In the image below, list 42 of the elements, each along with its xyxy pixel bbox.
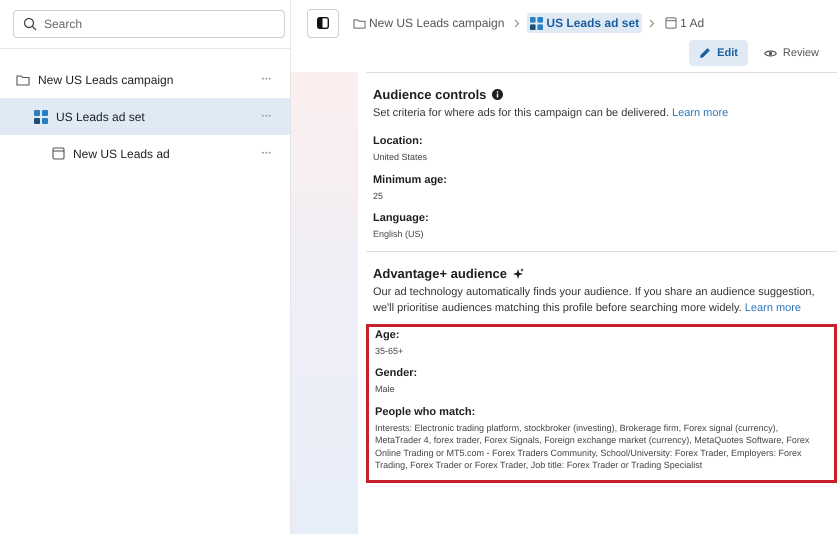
chevron-icon — [649, 18, 656, 28]
breadcrumb-link[interactable]: US Leads ad set — [527, 13, 642, 33]
field-label: Minimum age: — [373, 174, 448, 186]
eye-icon — [764, 48, 777, 58]
mode-tab[interactable]: Review — [754, 40, 829, 66]
breadcrumb-link[interactable]: 1 Ad — [662, 13, 708, 33]
learn-more-link[interactable]: Learn more — [672, 107, 728, 119]
window-icon — [52, 147, 65, 160]
sidebar-toggle-icon — [317, 17, 329, 29]
tree-item-label: New US Leads ad — [73, 146, 171, 160]
search-icon — [23, 17, 37, 31]
field-value: United States — [373, 151, 428, 164]
tree-item-label: US Leads ad set — [56, 110, 146, 124]
window-icon — [665, 17, 678, 29]
chevron-icon — [514, 18, 520, 28]
field-value: Interests: Electronic trading platform, stockbroker (investing), Brokerage firm, Forex signal (currency), MetaTrader 4, forex trader, Forex Signals, Foreign exchange market (currency), MetaQuotes Software, Forex Online Trading or MT5.com - Forex Traders Community, School/University: Forex Trader, Employers: Forex Trading, Forex Trader or Forex Trader, Job title: Forex Trader or Trading Specialist — [375, 422, 810, 472]
section-description: Set criteria for where ads for this campaign can be delivered. Learn more — [373, 106, 730, 121]
learn-more-link[interactable]: Learn more — [744, 302, 802, 314]
field-label: Gender: — [375, 367, 418, 379]
field-label: People who match: — [375, 406, 476, 418]
info-icon — [492, 89, 504, 100]
grid-icon — [34, 110, 48, 124]
field-label: Age: — [375, 328, 400, 340]
field-value: 35-65+ — [375, 344, 404, 357]
panel-toggle-button[interactable] — [307, 8, 339, 38]
field-label: Language: — [373, 212, 430, 224]
mode-tab[interactable]: Edit — [689, 40, 748, 66]
section-title: Audience controls — [373, 87, 486, 102]
field-value: English (US) — [373, 228, 425, 240]
field-label: Location: — [373, 135, 424, 147]
field-value: Male — [375, 383, 396, 396]
section-title: Advantage+ audience — [373, 266, 508, 280]
section-description: Our ad technology automatically finds your audience. If you share an audience suggestion, we'll prioritise audiences matching this profile before searching more widely. Learn more — [373, 284, 816, 316]
folder-icon — [16, 74, 30, 86]
field-value: 25 — [373, 190, 384, 202]
search-field[interactable]: Search — [13, 10, 285, 38]
grid-icon — [530, 16, 544, 30]
folder-icon — [353, 18, 366, 28]
tree-item-label: New US Leads campaign — [38, 72, 174, 86]
pencil-icon — [699, 47, 712, 59]
sparkle-icon — [513, 268, 524, 278]
breadcrumb-link[interactable]: New US Leads campaign — [350, 13, 508, 33]
